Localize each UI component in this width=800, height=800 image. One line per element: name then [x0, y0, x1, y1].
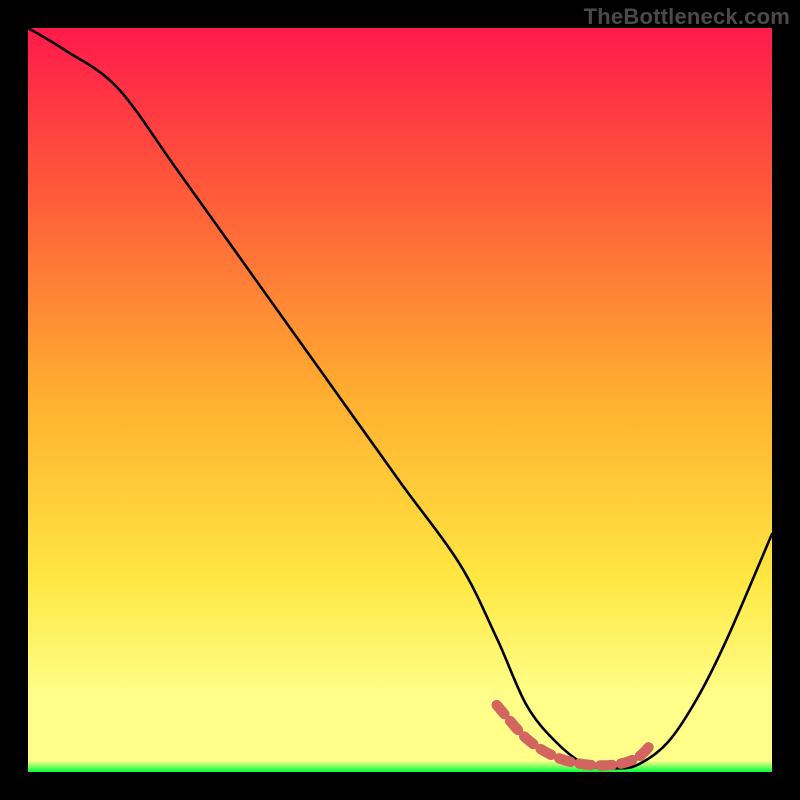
chart-stage: TheBottleneck.com: [0, 0, 800, 800]
plot-svg: [28, 28, 772, 772]
site-watermark: TheBottleneck.com: [584, 4, 790, 30]
bottleneck-plot: [28, 28, 772, 772]
gradient-background: [28, 28, 772, 772]
